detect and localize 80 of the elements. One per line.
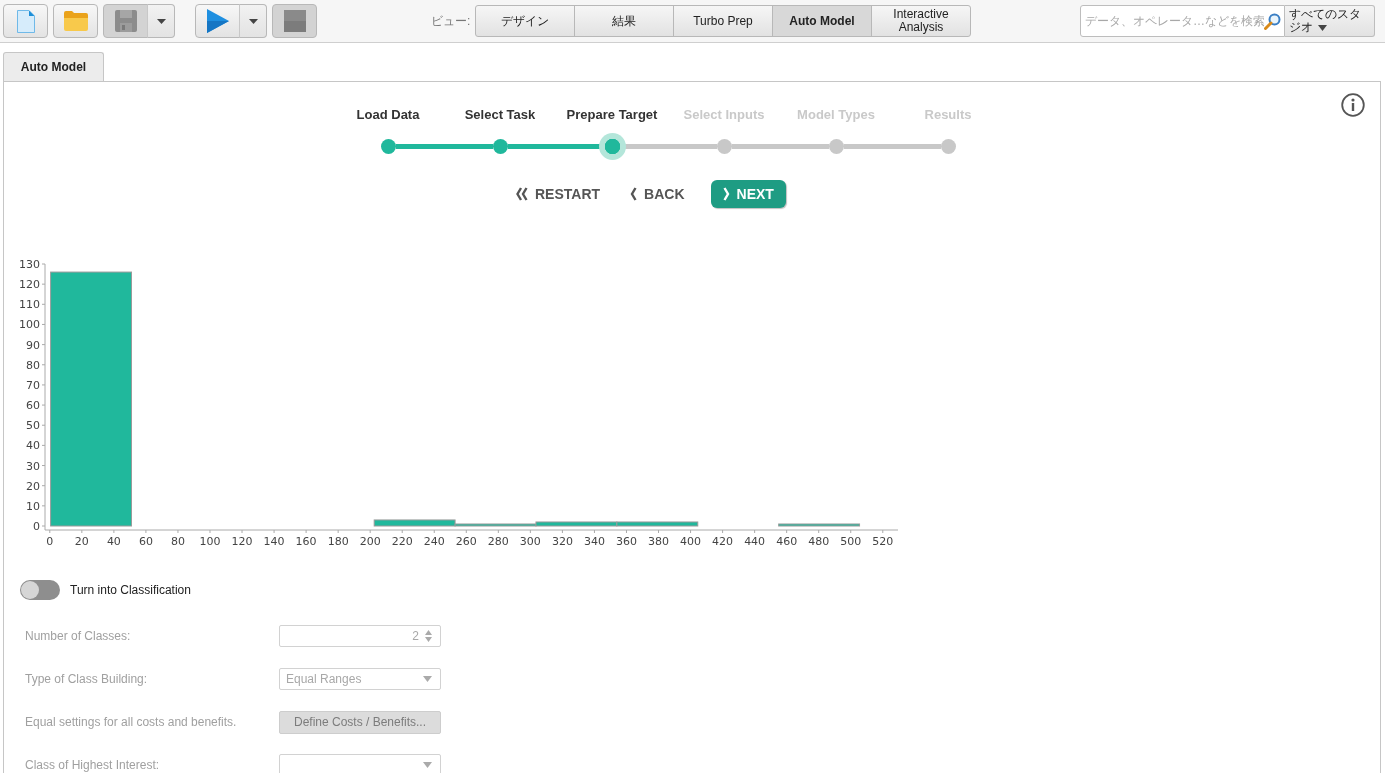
y-tick-label: 130 — [19, 258, 40, 271]
y-tick-label: 70 — [26, 378, 40, 392]
caret-icon — [423, 676, 432, 682]
x-tick-label: 0 — [46, 535, 54, 548]
chevron-left-icon — [630, 187, 638, 201]
restart-button[interactable]: RESTART — [512, 180, 605, 208]
caret-icon — [1318, 24, 1327, 31]
x-tick-label: 240 — [423, 535, 445, 548]
y-tick-label: 100 — [19, 318, 40, 332]
x-tick-label: 80 — [170, 535, 185, 548]
x-tick-label: 220 — [391, 535, 413, 548]
x-tick-label: 40 — [106, 535, 121, 548]
play-icon — [206, 9, 229, 33]
x-tick-label: 480 — [808, 535, 830, 548]
back-button[interactable]: BACK — [626, 180, 689, 208]
x-tick-label: 100 — [199, 535, 221, 548]
field-label: Number of Classes: — [25, 629, 132, 643]
x-tick-label: 500 — [840, 535, 862, 548]
stop-icon — [283, 10, 306, 32]
toggle-label: Turn into Classification — [70, 583, 191, 597]
spinner-arrows-icon — [425, 630, 432, 642]
y-tick-label: 0 — [33, 520, 40, 533]
x-tick-label: 140 — [263, 535, 285, 548]
step-label: Load Data — [355, 107, 421, 123]
y-tick-label: 10 — [26, 499, 40, 513]
search-icon — [1264, 12, 1281, 30]
caret-icon — [423, 762, 432, 768]
x-tick-label: 400 — [680, 535, 702, 548]
chevron-right-icon — [722, 187, 730, 201]
caret-icon — [156, 18, 166, 24]
x-tick-label: 420 — [712, 535, 734, 548]
y-tick-label: 60 — [26, 399, 40, 413]
view-tab[interactable]: Turbo Prep — [673, 5, 773, 37]
x-tick-label: 300 — [519, 535, 541, 548]
x-tick-label: 260 — [455, 535, 477, 548]
document-icon — [16, 9, 35, 33]
y-tick-label: 30 — [26, 459, 40, 473]
step-label: Select Task — [463, 107, 537, 123]
new-file-button[interactable] — [3, 4, 48, 38]
y-tick-label: 40 — [26, 439, 40, 453]
double-chevron-left-icon — [516, 187, 528, 201]
x-tick-label: 440 — [744, 535, 766, 548]
info-icon[interactable] — [1341, 93, 1365, 117]
x-tick-label: 60 — [138, 535, 153, 548]
y-tick-label: 120 — [19, 278, 40, 292]
y-tick-label: 110 — [19, 298, 40, 312]
x-tick-label: 460 — [776, 535, 798, 548]
x-tick-label: 340 — [583, 535, 605, 548]
view-tab[interactable]: 結果 — [574, 5, 674, 37]
run-button[interactable] — [195, 4, 240, 38]
field-label: Equal settings for all costs and benefits. — [25, 715, 238, 729]
y-tick-label: 80 — [26, 358, 40, 372]
caret-icon — [248, 18, 258, 24]
x-tick-label: 280 — [487, 535, 509, 548]
view-tab[interactable]: Interactive Analysis — [871, 5, 971, 37]
open-button[interactable] — [53, 4, 98, 38]
view-tab[interactable]: Auto Model — [772, 5, 872, 37]
x-tick-label: 380 — [648, 535, 669, 548]
folder-icon — [63, 11, 88, 31]
y-tick-label: 20 — [26, 479, 40, 493]
y-tick-label: 50 — [26, 419, 40, 433]
dropdown-button[interactable] — [239, 4, 267, 38]
studio-menu-button[interactable]: すべてのスタジオ — [1285, 5, 1375, 37]
search-field[interactable]: データ、オペレータ…などを検索 — [1080, 5, 1285, 37]
x-tick-label: 320 — [551, 535, 573, 548]
toggle-switch[interactable] — [20, 580, 60, 600]
x-tick-label: 120 — [231, 535, 253, 548]
x-tick-label: 360 — [616, 535, 637, 548]
x-tick-label: 20 — [74, 535, 89, 548]
x-tick-label: 520 — [872, 535, 894, 548]
field-label: Class of Highest Interest: — [25, 758, 161, 772]
x-tick-label: 200 — [359, 535, 381, 548]
view-label: ビュー: — [431, 12, 472, 30]
y-tick-label: 90 — [26, 338, 40, 352]
x-tick-label: 160 — [295, 535, 317, 548]
step-label: Prepare Target — [565, 107, 659, 123]
x-tick-label: 180 — [327, 535, 349, 548]
tab[interactable]: Auto Model — [3, 52, 104, 81]
field-label: Type of Class Building: — [25, 672, 149, 686]
view-tab[interactable]: デザイン — [475, 5, 575, 37]
